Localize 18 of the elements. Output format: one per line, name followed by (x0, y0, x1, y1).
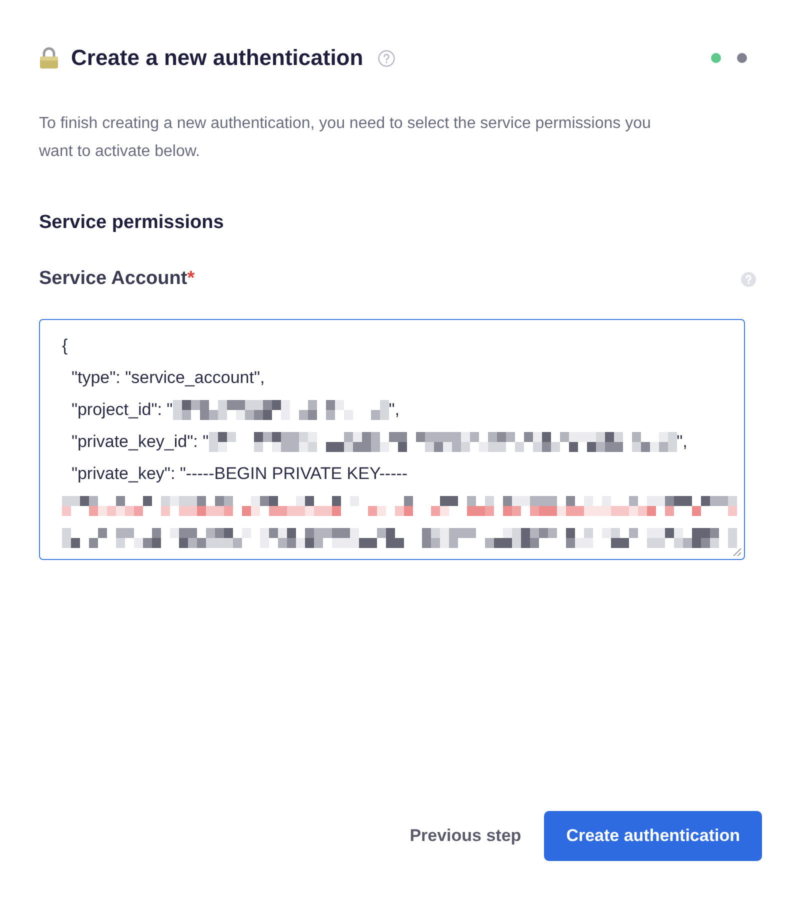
json-text: ", (676, 431, 688, 453)
json-text: "type": "service_account", (70, 367, 265, 389)
service-account-textarea[interactable]: { "type": "service_account", "project_id": " ", "private_key_id": " ", "private_key": "-----BEGIN PRIVATE KEY----- (39, 319, 745, 560)
dialog-title: Create a new authentication (71, 44, 364, 72)
create-authentication-button[interactable]: Create authentication (544, 811, 762, 861)
json-text: "private_key_id": " (70, 431, 209, 453)
description-text: To finish creating a new authentication, you need to select the service permissions you want to activate below. (39, 114, 652, 162)
help-icon[interactable] (741, 272, 756, 286)
json-text: { (62, 335, 68, 357)
previous-step-button[interactable]: Previous step (400, 816, 532, 856)
help-icon[interactable] (378, 50, 396, 66)
resize-handle-icon[interactable] (733, 548, 741, 556)
field-label: Service Account* (39, 267, 195, 291)
json-text: ", (388, 399, 400, 421)
section-heading: Service permissions (39, 211, 224, 235)
json-text: "private_key": "-----BEGIN PRIVATE KEY----- (70, 463, 408, 485)
json-text: "project_id": " (70, 399, 173, 421)
padlock-icon (39, 47, 59, 69)
